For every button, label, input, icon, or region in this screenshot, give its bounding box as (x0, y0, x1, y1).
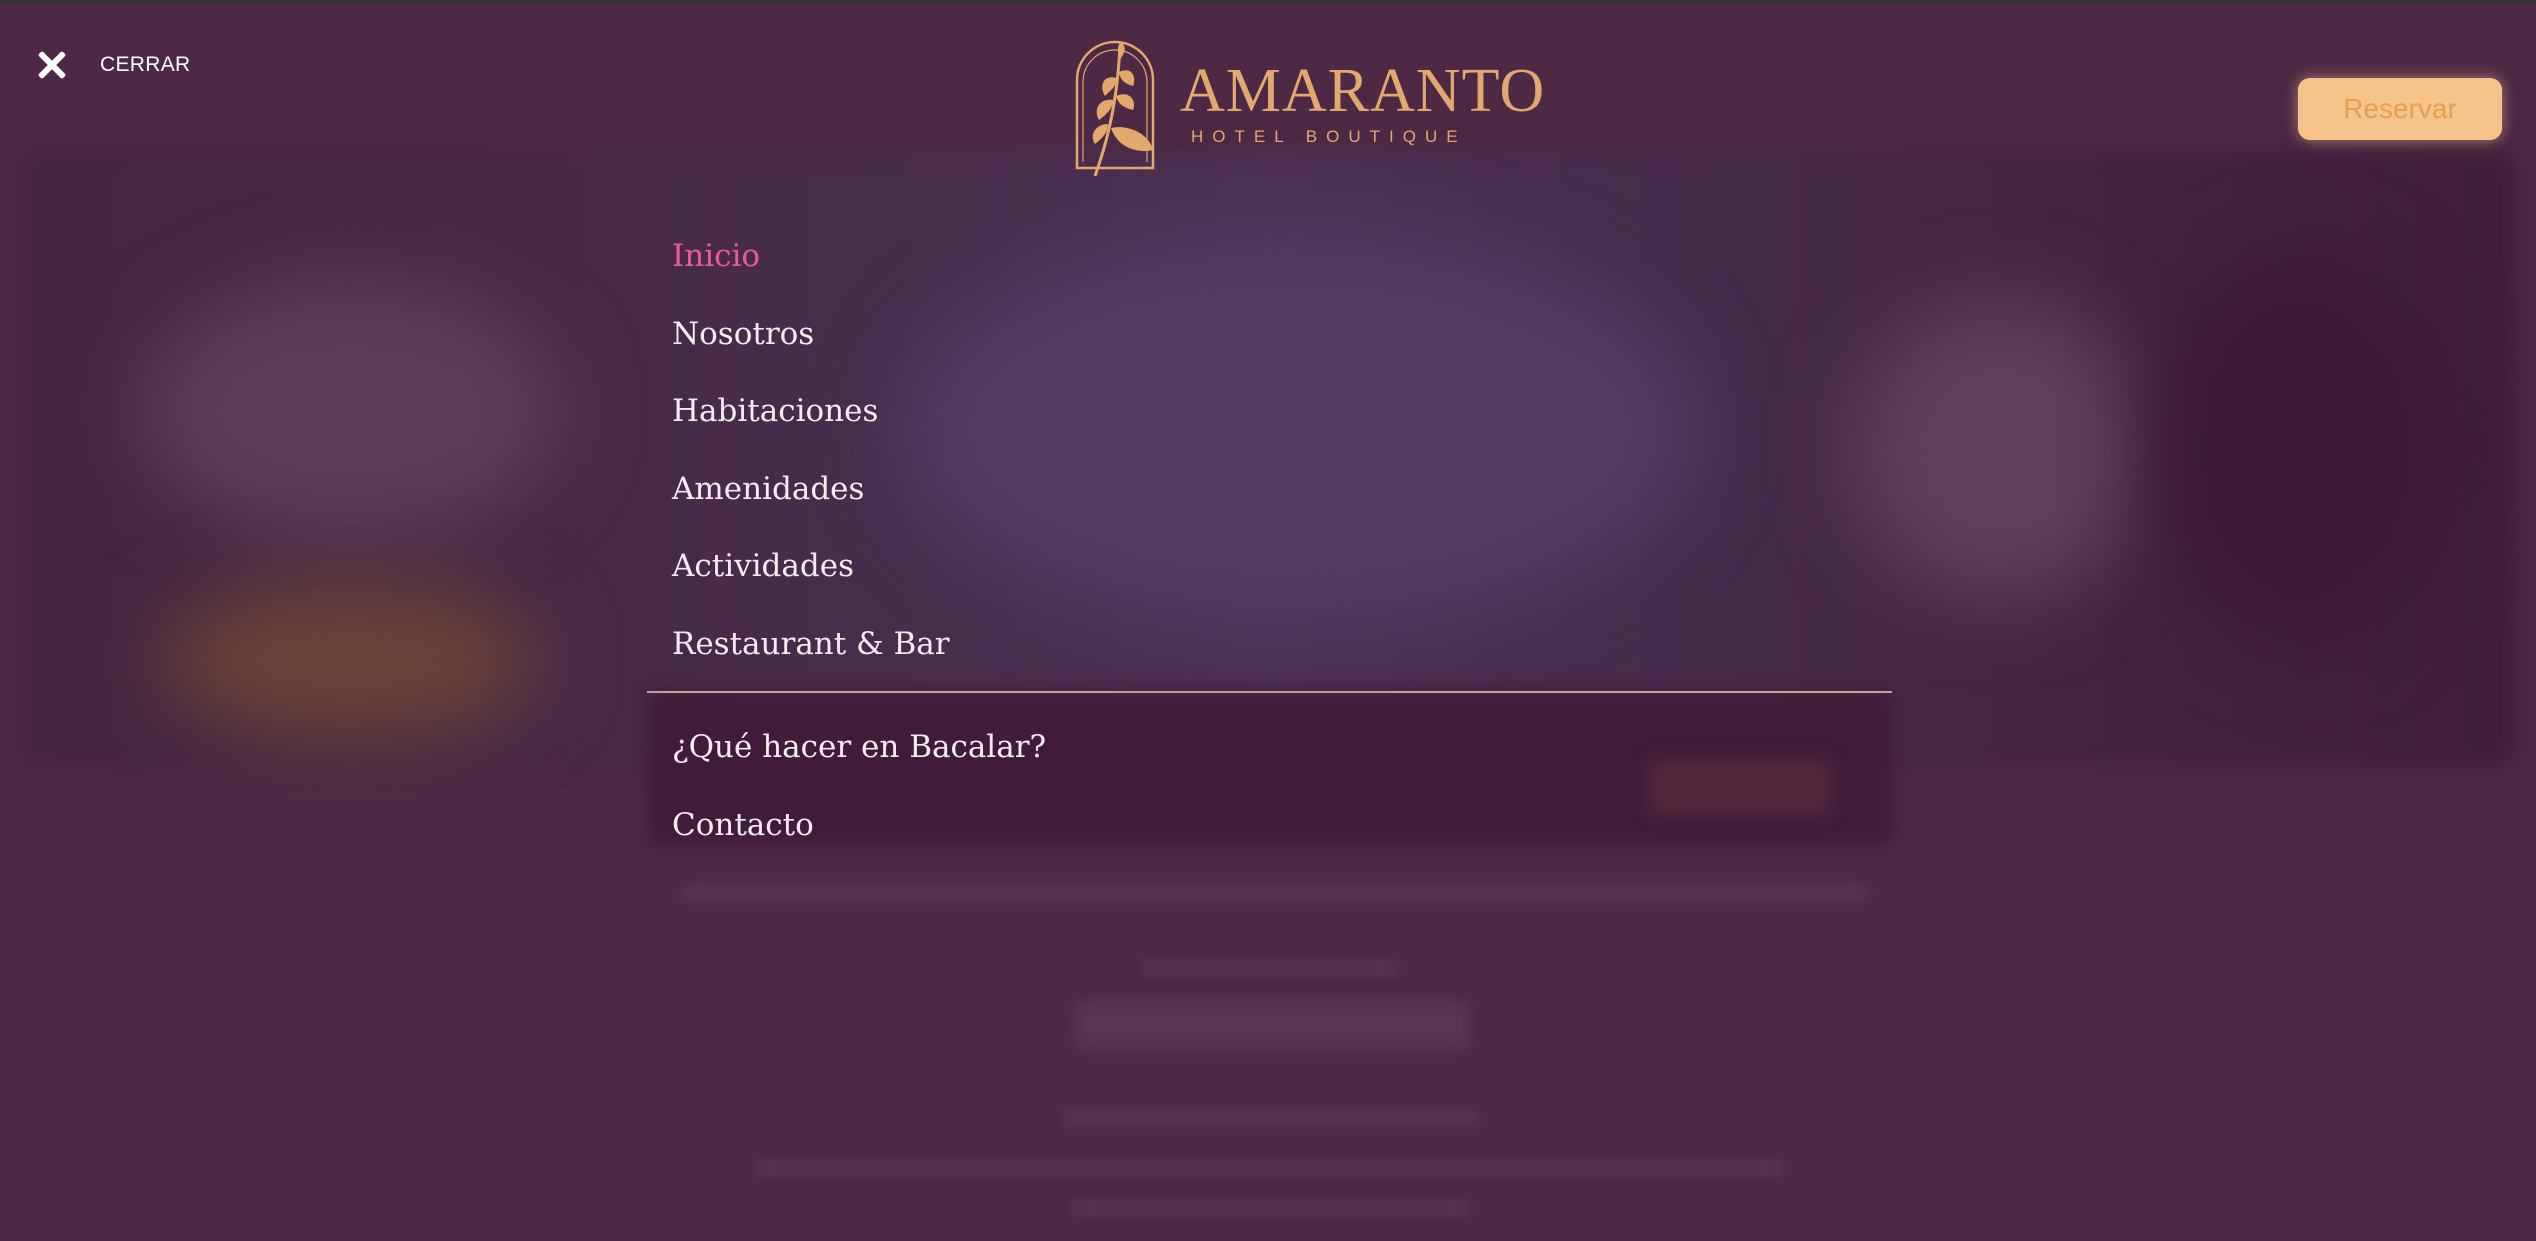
menu-divider (647, 691, 1892, 693)
reserve-button[interactable]: Reservar (2298, 78, 2502, 140)
close-label: CERRAR (100, 53, 191, 76)
leaf-emblem-icon (1075, 40, 1155, 177)
menu-item-que-hacer-en-bacalar[interactable]: ¿Qué hacer en Bacalar? (647, 709, 1892, 787)
menu-item-habitaciones[interactable]: Habitaciones (647, 373, 1892, 451)
close-icon (37, 50, 67, 80)
menu-item-inicio[interactable]: Inicio (647, 218, 1892, 296)
menu-item-contacto[interactable]: Contacto (647, 787, 1892, 865)
menu-item-actividades[interactable]: Actividades (647, 528, 1892, 606)
close-menu-button[interactable]: CERRAR (37, 47, 190, 83)
logo-subtitle: HOTEL BOUTIQUE (1191, 127, 1467, 146)
hotel-logo[interactable]: AMARANTO HOTEL BOUTIQUE (1065, 38, 1544, 178)
logo-wordmark: AMARANTO (1180, 57, 1546, 125)
menu-item-restaurant-bar[interactable]: Restaurant & Bar (647, 606, 1892, 684)
menu-item-nosotros[interactable]: Nosotros (647, 296, 1892, 374)
menu-item-amenidades[interactable]: Amenidades (647, 451, 1892, 529)
main-navigation-menu: Inicio Nosotros Habitaciones Amenidades … (647, 218, 1892, 864)
